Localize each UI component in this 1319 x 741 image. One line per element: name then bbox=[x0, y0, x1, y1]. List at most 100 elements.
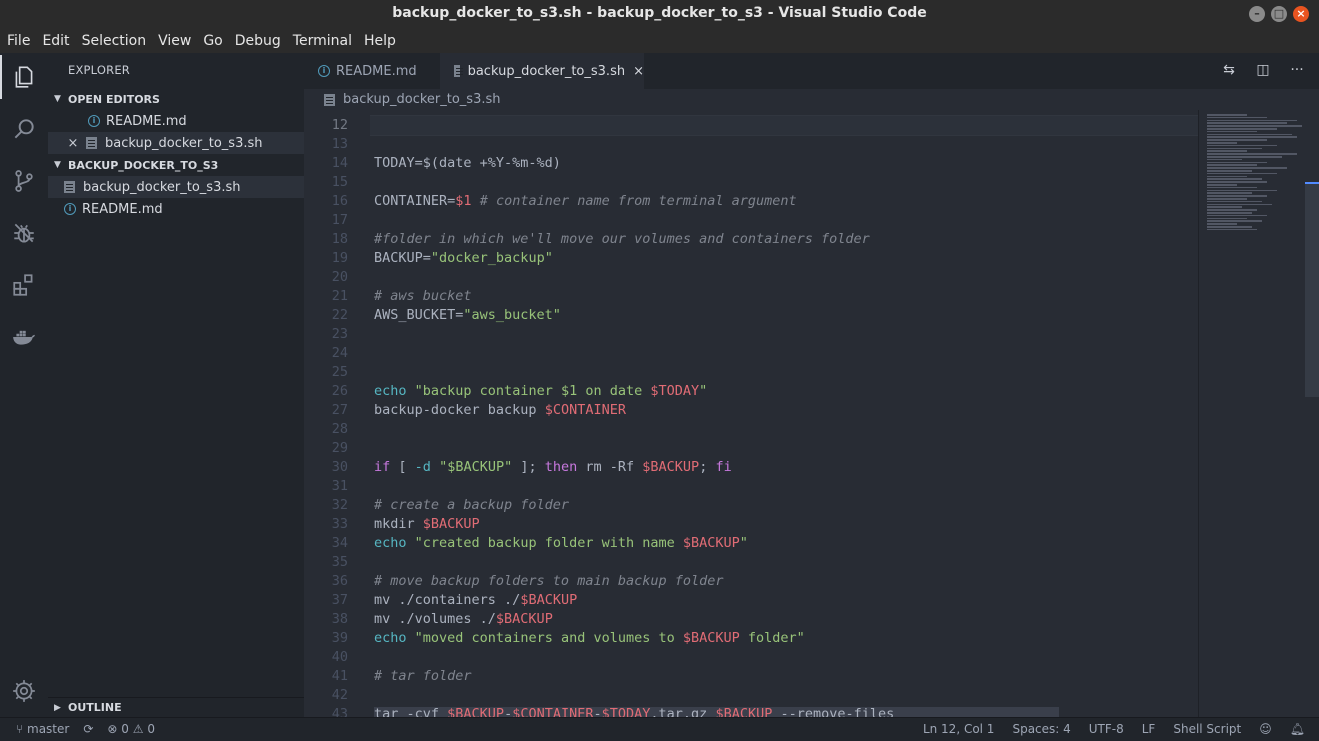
code-editor[interactable]: 11 12 13 14 15 16 17 18 19 20 21 22 23 24 25 26 27 28 29 30… bbox=[304, 110, 1198, 717]
open-editor-item-readme[interactable]: i README.md bbox=[48, 110, 304, 132]
minimap-line bbox=[1207, 139, 1267, 141]
code-line: echo "moved containers and volumes to $B… bbox=[374, 630, 805, 646]
code-token: backup-docker backup bbox=[374, 402, 545, 418]
menu-selection[interactable]: Selection bbox=[82, 33, 147, 49]
menu-view[interactable]: View bbox=[158, 33, 191, 49]
end-of-line[interactable]: LF bbox=[1142, 722, 1156, 736]
code-line: TODAY=$(date +%Y-%m-%d) bbox=[374, 155, 561, 171]
open-editor-item-backup-script[interactable]: × backup_docker_to_s3.sh bbox=[48, 132, 304, 154]
code-token: $1 bbox=[455, 193, 472, 209]
sync-icon[interactable]: ⟳ bbox=[83, 722, 93, 736]
minimap[interactable] bbox=[1198, 110, 1308, 717]
chevron-down-icon: ▼ bbox=[54, 160, 61, 170]
minimize-button[interactable]: – bbox=[1249, 6, 1265, 22]
code-token: " bbox=[699, 383, 708, 399]
open-changes-icon[interactable]: ⇆ bbox=[1221, 62, 1237, 78]
minimap-line bbox=[1207, 142, 1237, 144]
code-token: $BACKUP bbox=[715, 706, 773, 717]
code-token: .tar.gz bbox=[650, 706, 716, 717]
encoding[interactable]: UTF-8 bbox=[1089, 722, 1124, 736]
menu-bar: File Edit Selection View Go Debug Termin… bbox=[0, 28, 1319, 53]
file-item-backup-script[interactable]: backup_docker_to_s3.sh bbox=[48, 176, 304, 198]
cursor-position-marker bbox=[1305, 182, 1319, 184]
code-line: BACKUP="docker_backup" bbox=[374, 250, 553, 266]
open-editors-header[interactable]: ▼ OPEN EDITORS bbox=[48, 88, 304, 110]
code-token: [ bbox=[390, 459, 415, 475]
code-line: if [ -d "$BACKUP" ]; then rm -Rf $BACKUP… bbox=[374, 459, 732, 475]
language-mode[interactable]: Shell Script bbox=[1173, 722, 1241, 736]
extensions-icon[interactable] bbox=[0, 261, 48, 309]
line-number: 13 bbox=[331, 136, 348, 152]
code-token: then bbox=[544, 459, 578, 475]
code-token: $CONTAINER bbox=[512, 706, 594, 717]
indentation[interactable]: Spaces: 4 bbox=[1012, 722, 1070, 736]
problems-indicator[interactable]: ⊗ 0 ⚠ 0 bbox=[107, 722, 155, 736]
tab-close-icon[interactable]: × bbox=[633, 64, 644, 79]
outline-header[interactable]: ▶ OUTLINE bbox=[48, 697, 304, 717]
tab-label: README.md bbox=[336, 63, 417, 79]
minimap-line bbox=[1207, 209, 1257, 211]
explorer-sidebar: EXPLORER ▼ OPEN EDITORS i README.md × ba… bbox=[48, 53, 304, 717]
current-line-highlight bbox=[370, 115, 1198, 136]
breadcrumb[interactable]: backup_docker_to_s3.sh bbox=[304, 89, 1319, 110]
code-token: "moved containers and volumes to bbox=[414, 630, 683, 646]
line-number: 31 bbox=[331, 478, 348, 494]
folder-header[interactable]: ▼ BACKUP_DOCKER_TO_S3 bbox=[48, 154, 304, 176]
minimap-line bbox=[1207, 125, 1302, 127]
file-item-readme[interactable]: i README.md bbox=[48, 198, 304, 220]
code-token: # create a backup folder bbox=[374, 497, 570, 513]
code-token: "created backup folder with name bbox=[414, 535, 683, 551]
menu-edit[interactable]: Edit bbox=[42, 33, 69, 49]
code-token: echo bbox=[374, 535, 407, 551]
vscode-window: backup_docker_to_s3.sh - backup_docker_t… bbox=[0, 0, 1319, 741]
tab-readme[interactable]: i README.md bbox=[304, 53, 438, 89]
maximize-button[interactable]: □ bbox=[1271, 6, 1287, 22]
menu-debug[interactable]: Debug bbox=[235, 33, 281, 49]
vertical-scrollbar[interactable] bbox=[1305, 110, 1319, 717]
code-token: - bbox=[504, 706, 513, 717]
minimap-line bbox=[1207, 184, 1237, 186]
code-token: # aws bucket bbox=[374, 288, 472, 304]
line-number: 42 bbox=[331, 687, 348, 703]
line-number: 39 bbox=[331, 630, 348, 646]
feedback-smiley-icon[interactable]: ☺ bbox=[1259, 722, 1272, 736]
close-icon[interactable]: × bbox=[66, 136, 80, 151]
chevron-down-icon: ▼ bbox=[54, 94, 61, 104]
more-actions-icon[interactable]: ··· bbox=[1289, 62, 1305, 78]
minimap-line bbox=[1207, 133, 1292, 136]
code-line: echo "backup container $1 on date $TODAY… bbox=[374, 383, 707, 399]
debug-icon[interactable] bbox=[0, 209, 48, 257]
close-window-button[interactable]: × bbox=[1293, 6, 1309, 22]
shell-file-icon bbox=[64, 181, 75, 193]
minimap-line bbox=[1207, 150, 1247, 152]
title-bar: backup_docker_to_s3.sh - backup_docker_t… bbox=[0, 0, 1319, 28]
chevron-right-icon: ▶ bbox=[54, 702, 61, 713]
line-number: 27 bbox=[331, 402, 348, 418]
line-number: 25 bbox=[331, 364, 348, 380]
menu-help[interactable]: Help bbox=[364, 33, 396, 49]
tab-backup-script[interactable]: backup_docker_to_s3.sh × bbox=[440, 53, 644, 89]
split-editor-icon[interactable]: ◫ bbox=[1255, 62, 1271, 78]
search-icon[interactable] bbox=[0, 105, 48, 153]
branch-indicator[interactable]: ⑂ master bbox=[16, 722, 69, 736]
menu-terminal[interactable]: Terminal bbox=[293, 33, 352, 49]
code-token: $BACKUP bbox=[422, 516, 480, 532]
docker-icon[interactable] bbox=[0, 313, 48, 361]
notifications-bell-icon[interactable]: 🔔︎ bbox=[1290, 722, 1305, 736]
settings-gear-icon[interactable] bbox=[0, 667, 48, 715]
menu-go[interactable]: Go bbox=[203, 33, 222, 49]
files-icon[interactable] bbox=[0, 53, 48, 101]
minimap-line bbox=[1207, 153, 1297, 155]
cursor-position[interactable]: Ln 12, Col 1 bbox=[923, 722, 995, 736]
source-control-icon[interactable] bbox=[0, 157, 48, 205]
code-line: echo "created backup folder with name $B… bbox=[374, 535, 748, 551]
code-token: -d bbox=[414, 459, 431, 475]
menu-file[interactable]: File bbox=[7, 33, 30, 49]
scrollbar-thumb[interactable] bbox=[1305, 182, 1319, 397]
code-token: "aws_bucket" bbox=[463, 307, 561, 323]
line-number: 38 bbox=[331, 611, 348, 627]
code-token: mkdir bbox=[374, 516, 423, 532]
line-number: 36 bbox=[331, 573, 348, 589]
